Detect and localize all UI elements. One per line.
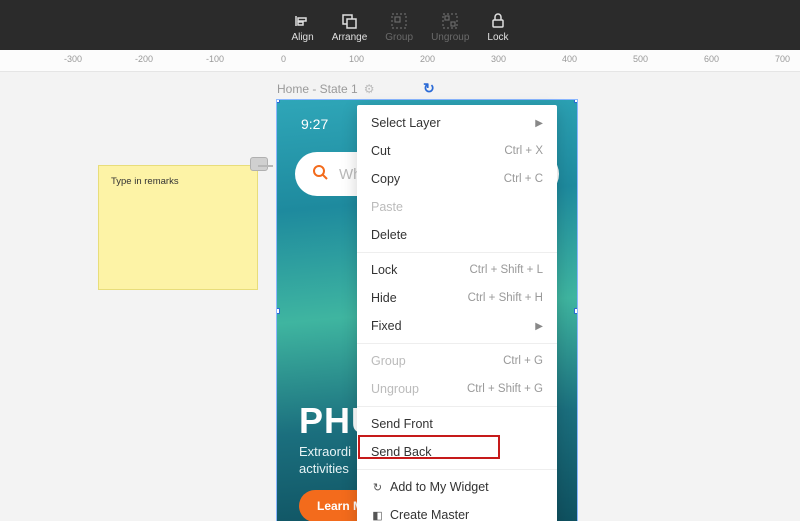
menu-cut[interactable]: CutCtrl + X <box>357 137 557 165</box>
chevron-right-icon: ▶ <box>535 118 543 129</box>
resize-handle[interactable] <box>277 308 280 314</box>
menu-fixed[interactable]: Fixed▶ <box>357 312 557 340</box>
group-tool: Group <box>385 12 413 43</box>
sticky-pin-icon <box>250 157 268 171</box>
ruler-tick: -100 <box>206 54 224 64</box>
arrange-tool[interactable]: Arrange <box>332 12 368 43</box>
ruler-tick: -300 <box>64 54 82 64</box>
menu-send-front[interactable]: Send Front <box>357 410 557 438</box>
ruler-tick: -200 <box>135 54 153 64</box>
ruler-tick: 400 <box>562 54 577 64</box>
resize-handle[interactable] <box>574 100 577 103</box>
context-menu: Select Layer▶ CutCtrl + X CopyCtrl + C P… <box>357 105 557 521</box>
master-icon: ◧ <box>371 509 384 521</box>
arrange-icon <box>340 12 358 30</box>
ungroup-label: Ungroup <box>431 32 469 43</box>
ruler-tick: 0 <box>281 54 286 64</box>
resize-handle[interactable] <box>277 100 280 103</box>
status-time: 9:27 <box>301 116 328 132</box>
lock-tool[interactable]: Lock <box>487 12 508 43</box>
menu-group: GroupCtrl + G <box>357 347 557 375</box>
ruler-tick: 200 <box>420 54 435 64</box>
menu-copy[interactable]: CopyCtrl + C <box>357 165 557 193</box>
design-canvas[interactable]: Type in remarks Home - State 1 ⚙ ↻ 9:27 … <box>0 72 800 521</box>
lock-icon <box>489 12 507 30</box>
menu-ungroup: UngroupCtrl + Shift + G <box>357 375 557 403</box>
menu-hide[interactable]: HideCtrl + Shift + H <box>357 284 557 312</box>
menu-delete[interactable]: Delete <box>357 221 557 249</box>
arrange-label: Arrange <box>332 32 368 43</box>
group-label: Group <box>385 32 413 43</box>
menu-send-back[interactable]: Send Back <box>357 438 557 466</box>
group-icon <box>390 12 408 30</box>
align-tool[interactable]: Align <box>291 12 313 43</box>
sticky-connector <box>258 165 273 167</box>
top-toolbar: Align Arrange Group Ungroup Lock <box>0 0 800 50</box>
resize-handle[interactable] <box>574 308 577 314</box>
ruler-tick: 500 <box>633 54 648 64</box>
align-label: Align <box>291 32 313 43</box>
refresh-icon[interactable]: ↻ <box>423 80 435 97</box>
menu-paste: Paste <box>357 193 557 221</box>
menu-create-master[interactable]: ◧Create Master <box>357 501 557 521</box>
chevron-right-icon: ▶ <box>535 321 543 332</box>
gear-icon[interactable]: ⚙ <box>364 82 375 96</box>
hero-subtitle: Extraordiactivities <box>299 444 351 478</box>
ruler-tick: 300 <box>491 54 506 64</box>
lock-label: Lock <box>487 32 508 43</box>
artboard-title-text: Home - State 1 <box>277 82 358 96</box>
ungroup-icon <box>441 12 459 30</box>
ruler-tick: 700 <box>775 54 790 64</box>
sticky-note-widget[interactable]: Type in remarks <box>98 165 258 290</box>
sticky-text: Type in remarks <box>111 176 179 187</box>
menu-lock[interactable]: LockCtrl + Shift + L <box>357 256 557 284</box>
horizontal-ruler: -300 -200 -100 0 100 200 300 400 500 600… <box>0 50 800 72</box>
sticky-note[interactable]: Type in remarks <box>98 165 258 290</box>
menu-add-to-widget[interactable]: ↻Add to My Widget <box>357 473 557 501</box>
refresh-small-icon: ↻ <box>371 481 384 494</box>
search-icon <box>311 163 329 186</box>
artboard-title[interactable]: Home - State 1 ⚙ <box>277 82 374 96</box>
ungroup-tool: Ungroup <box>431 12 469 43</box>
menu-select-layer[interactable]: Select Layer▶ <box>357 109 557 137</box>
align-icon <box>294 12 312 30</box>
ruler-tick: 600 <box>704 54 719 64</box>
ruler-tick: 100 <box>349 54 364 64</box>
